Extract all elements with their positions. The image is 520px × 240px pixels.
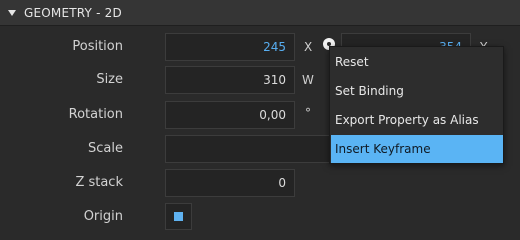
rotation-label: Rotation	[68, 107, 123, 122]
menu-item-export-property-as-alias[interactable]: Export Property as Alias	[331, 106, 503, 134]
chevron-down-icon[interactable]	[8, 9, 16, 16]
section-header-geometry-2d[interactable]: GEOMETRY - 2D	[0, 0, 520, 26]
scale-field[interactable]	[165, 135, 335, 163]
origin-center-indicator	[174, 212, 183, 221]
rotation-field[interactable]: 0,00	[165, 101, 295, 129]
size-width-field[interactable]: 310	[165, 66, 295, 94]
context-menu: Reset Set Binding Export Property as Ali…	[329, 46, 504, 164]
size-label: Size	[96, 72, 123, 87]
menu-item-set-binding[interactable]: Set Binding	[331, 77, 503, 105]
position-x-unit: X	[304, 40, 313, 54]
rotation-unit: °	[305, 106, 311, 120]
scale-label: Scale	[88, 141, 123, 156]
size-width-unit: W	[302, 73, 314, 87]
origin-selector[interactable]	[165, 203, 192, 230]
origin-label: Origin	[83, 209, 123, 224]
menu-item-reset[interactable]: Reset	[331, 48, 503, 76]
position-label: Position	[72, 39, 123, 54]
menu-item-insert-keyframe[interactable]: Insert Keyframe	[331, 135, 503, 163]
zstack-label: Z stack	[75, 175, 123, 190]
position-x-field[interactable]: 245	[165, 33, 295, 61]
section-title: GEOMETRY - 2D	[24, 5, 122, 20]
zstack-field[interactable]: 0	[165, 169, 295, 197]
